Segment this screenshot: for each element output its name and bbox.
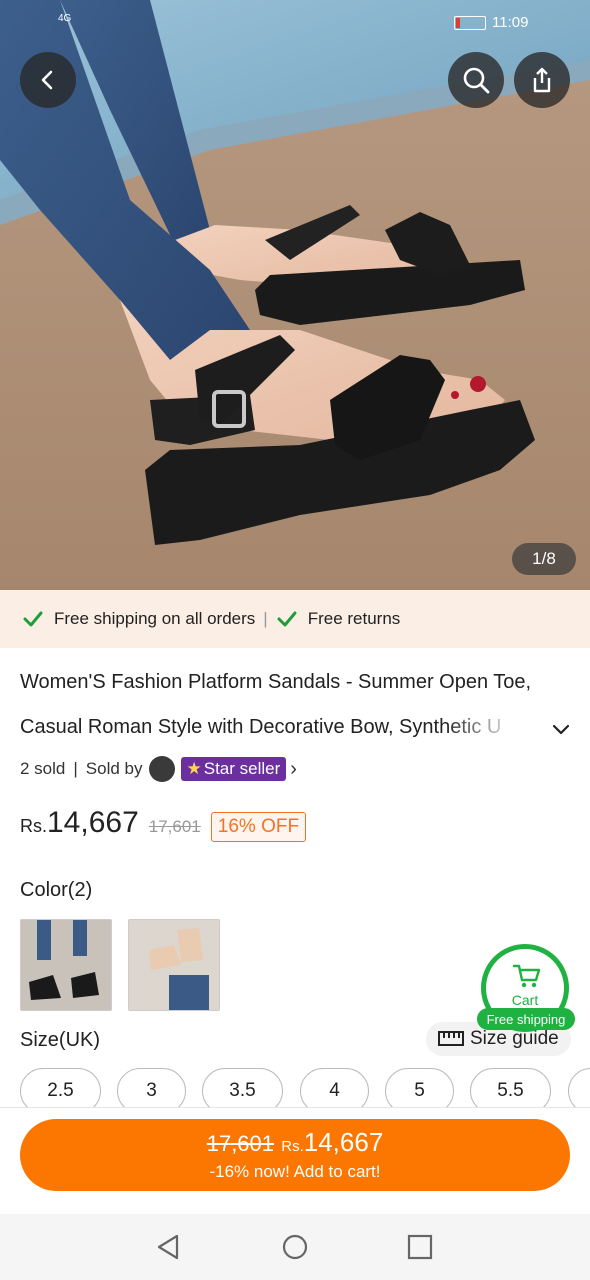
share-button[interactable] — [514, 52, 570, 108]
search-icon — [463, 67, 490, 94]
nav-back-icon[interactable] — [153, 1232, 183, 1262]
chevron-left-icon — [41, 70, 53, 90]
system-nav-bar — [0, 1214, 590, 1280]
star-seller-badge[interactable]: ★ Star seller — [180, 757, 287, 781]
check-icon — [277, 611, 297, 627]
shipping-banner[interactable]: Free shipping on all orders | Free retur… — [0, 590, 590, 648]
clock: 11:09 — [492, 14, 529, 31]
cta-currency: Rs. — [281, 1138, 304, 1155]
image-counter: 1/8 — [512, 543, 576, 575]
seller-row[interactable]: 2 sold | Sold by ★ Star seller › — [20, 754, 297, 784]
color-swatch-beige[interactable] — [128, 919, 220, 1011]
signal-indicator: 4G — [58, 13, 72, 24]
seller-avatar[interactable] — [148, 756, 175, 782]
cta-price: 14,667 — [303, 1127, 384, 1157]
check-icon — [23, 611, 43, 627]
title-line-2: Casual Roman Style with Decorative Bow, … — [20, 716, 502, 738]
star-icon: ★ — [186, 759, 202, 778]
currency: Rs. — [20, 816, 47, 836]
search-button[interactable] — [448, 52, 504, 108]
share-icon — [533, 67, 551, 93]
color-label: Color(2) — [20, 879, 93, 901]
free-shipping-badge: Free shipping — [477, 1008, 575, 1030]
title-line-1: Women'S Fashion Platform Sandals - Summe… — [20, 671, 532, 693]
chevron-right-icon[interactable]: › — [290, 758, 297, 781]
ruler-icon — [438, 1031, 464, 1046]
divider: | — [73, 759, 78, 778]
back-button[interactable] — [20, 52, 76, 108]
price-row: Rs. 14,667 17,601 16% OFF — [20, 806, 307, 842]
separator: | — [263, 609, 268, 628]
free-shipping-text: Free shipping on all orders — [54, 609, 256, 628]
sold-by-label: Sold by — [85, 759, 143, 778]
star-seller-label: Star seller — [203, 759, 281, 778]
size-guide-label: Size guide — [470, 1028, 559, 1049]
nav-recents-icon[interactable] — [405, 1232, 435, 1262]
product-title[interactable]: Women'S Fashion Platform Sandals - Summe… — [20, 660, 540, 750]
battery-icon — [454, 16, 486, 30]
current-price: 14,667 — [47, 806, 139, 839]
nav-home-icon[interactable] — [280, 1232, 310, 1262]
color-swatch-black[interactable] — [20, 919, 112, 1011]
cart-icon — [512, 964, 541, 988]
discount-badge: 16% OFF — [210, 812, 307, 842]
cta-subtitle: -16% now! Add to cart! — [209, 1162, 381, 1181]
status-bar: 4G 11:09 — [0, 10, 590, 36]
size-label: Size(UK) — [20, 1029, 101, 1051]
sold-count: 2 sold — [20, 759, 66, 778]
add-to-cart-button[interactable]: 17,601 Rs.14,667 -16% now! Add to cart! — [20, 1119, 570, 1191]
cta-original-price: 17,601 — [206, 1131, 275, 1156]
original-price: 17,601 — [148, 817, 201, 836]
chevron-down-icon[interactable] — [550, 718, 572, 740]
free-returns-text: Free returns — [307, 609, 401, 628]
cart-label: Cart — [511, 992, 539, 1008]
